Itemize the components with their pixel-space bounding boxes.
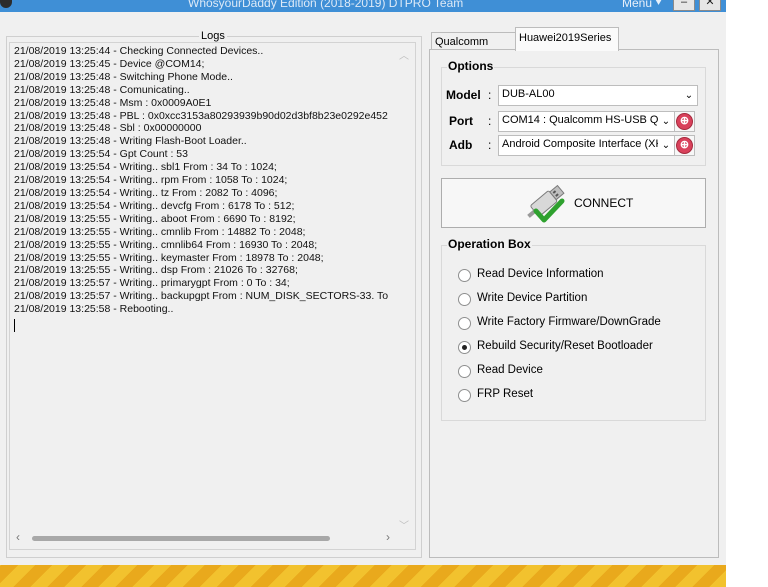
log-line: 21/08/2019 13:25:55 - Writing.. aboot Fr…	[14, 212, 296, 225]
background-strip	[726, 0, 768, 587]
log-line: 21/08/2019 13:25:48 - Msm : 0x0009A0E1	[14, 96, 212, 109]
title-bar[interactable]: WhosyourDaddy Edition (2018-2019) DTPRO …	[0, 0, 726, 12]
app-window: WhosyourDaddy Edition (2018-2019) DTPRO …	[0, 0, 726, 587]
plus-circle-icon: ⊕	[676, 113, 693, 130]
logs-caption: Logs	[199, 30, 227, 42]
chevron-down-icon[interactable]: ⌄	[658, 136, 674, 155]
radio-button-selected[interactable]	[458, 341, 471, 354]
log-line: 21/08/2019 13:25:48 - Writing Flash-Boot…	[14, 135, 247, 148]
log-line: 21/08/2019 13:25:58 - Rebooting..	[14, 303, 174, 316]
port-label: Port	[449, 114, 473, 128]
radio-label: Write Factory Firmware/DownGrade	[477, 316, 661, 328]
horizontal-scrollbar[interactable]: ‹ ›	[16, 530, 396, 544]
tab-huawei2019series[interactable]: Huawei2019Series	[515, 27, 619, 51]
log-line: 21/08/2019 13:25:45 - Device @COM14;	[14, 57, 205, 70]
log-line: 21/08/2019 13:25:55 - Writing.. cmnlib F…	[14, 225, 306, 238]
log-line: 21/08/2019 13:25:44 - Checking Connected…	[14, 45, 264, 57]
log-line: 21/08/2019 13:25:55 - Writing.. keymaste…	[14, 251, 324, 264]
hazard-stripe-bar	[0, 565, 726, 587]
log-line: 21/08/2019 13:25:54 - Gpt Count : 53	[14, 148, 188, 161]
operation-box-title: Operation Box	[447, 237, 532, 251]
options-title: Options	[447, 59, 495, 73]
scroll-right-icon[interactable]: ›	[386, 530, 390, 544]
log-line: 21/08/2019 13:25:54 - Writing.. rpm From…	[14, 174, 288, 187]
connect-label: CONNECT	[574, 196, 634, 210]
log-line: 21/08/2019 13:25:57 - Writing.. primaryg…	[14, 277, 290, 290]
radio-label: Read Device	[477, 364, 543, 376]
model-label: Model	[446, 88, 481, 102]
log-line: 21/08/2019 13:25:54 - Writing.. tz From …	[14, 186, 278, 199]
model-value: DUB-AL00	[502, 88, 555, 100]
radio-button[interactable]	[458, 317, 471, 330]
logs-textbox[interactable]: 21/08/2019 13:25:44 - Checking Connected…	[9, 42, 416, 550]
scrollbar-thumb[interactable]	[32, 536, 330, 541]
window-title: WhosyourDaddy Edition (2018-2019) DTPRO …	[188, 0, 464, 10]
log-line: 21/08/2019 13:25:48 - Switching Phone Mo…	[14, 70, 233, 83]
radio-button[interactable]	[458, 389, 471, 402]
radio-label: Rebuild Security/Reset Bootloader	[477, 340, 653, 352]
adb-value: Android Composite Interface (XK	[502, 138, 663, 150]
chevron-down-icon[interactable]: ⌄	[658, 112, 674, 131]
scroll-up-icon[interactable]: ︿	[399, 47, 409, 62]
radio-button[interactable]	[458, 269, 471, 282]
log-line: 21/08/2019 13:25:48 - Sbl : 0x00000000	[14, 122, 202, 135]
port-select[interactable]: COM14 : Qualcomm HS-USB QD ⌄	[498, 111, 675, 132]
port-add-button[interactable]: ⊕	[674, 111, 695, 132]
menu-button[interactable]: Menu	[622, 0, 652, 10]
log-line: 21/08/2019 13:25:54 - Writing.. devcfg F…	[14, 199, 295, 212]
connect-button[interactable]: CONNECT	[441, 178, 706, 228]
adb-label: Adb	[449, 138, 473, 152]
colon: :	[488, 88, 492, 102]
radio-button[interactable]	[458, 365, 471, 378]
log-line: 21/08/2019 13:25:54 - Writing.. sbl1 Fro…	[14, 161, 277, 174]
scroll-down-icon[interactable]: ﹀	[399, 517, 409, 532]
log-line: 21/08/2019 13:25:55 - Writing.. dsp From…	[14, 264, 298, 277]
model-select[interactable]: DUB-AL00 ⌄	[498, 85, 698, 106]
radio-label: Write Device Partition	[477, 292, 588, 304]
close-button[interactable]: ✕	[699, 0, 721, 11]
radio-label: FRP Reset	[477, 388, 534, 400]
log-line: 21/08/2019 13:25:48 - Comunicating..	[14, 83, 190, 96]
usb-plug-checkmark-icon	[527, 184, 565, 223]
app-logo-icon	[0, 0, 12, 8]
colon: :	[488, 138, 492, 152]
plus-circle-icon: ⊕	[676, 137, 693, 154]
colon: :	[488, 114, 492, 128]
log-line: 21/08/2019 13:25:55 - Writing.. cmnlib64…	[14, 238, 318, 251]
radio-label: Read Device Information	[477, 268, 604, 280]
log-lines: 21/08/2019 13:25:44 - Checking Connected…	[14, 45, 398, 525]
scroll-left-icon[interactable]: ‹	[16, 530, 20, 544]
minimize-button[interactable]: –	[673, 0, 695, 11]
chevron-down-icon[interactable]: ⌄	[681, 86, 697, 105]
port-value: COM14 : Qualcomm HS-USB QD	[502, 114, 667, 126]
text-caret	[14, 319, 15, 332]
log-line: 21/08/2019 13:25:57 - Writing.. backupgp…	[14, 290, 389, 303]
adb-add-button[interactable]: ⊕	[674, 135, 695, 156]
radio-button[interactable]	[458, 293, 471, 306]
log-line: 21/08/2019 13:25:48 - PBL : 0x0xcc3153a8…	[14, 109, 388, 122]
adb-select[interactable]: Android Composite Interface (XK ⌄	[498, 135, 675, 156]
chevron-down-icon[interactable]: ⮟	[654, 0, 663, 9]
